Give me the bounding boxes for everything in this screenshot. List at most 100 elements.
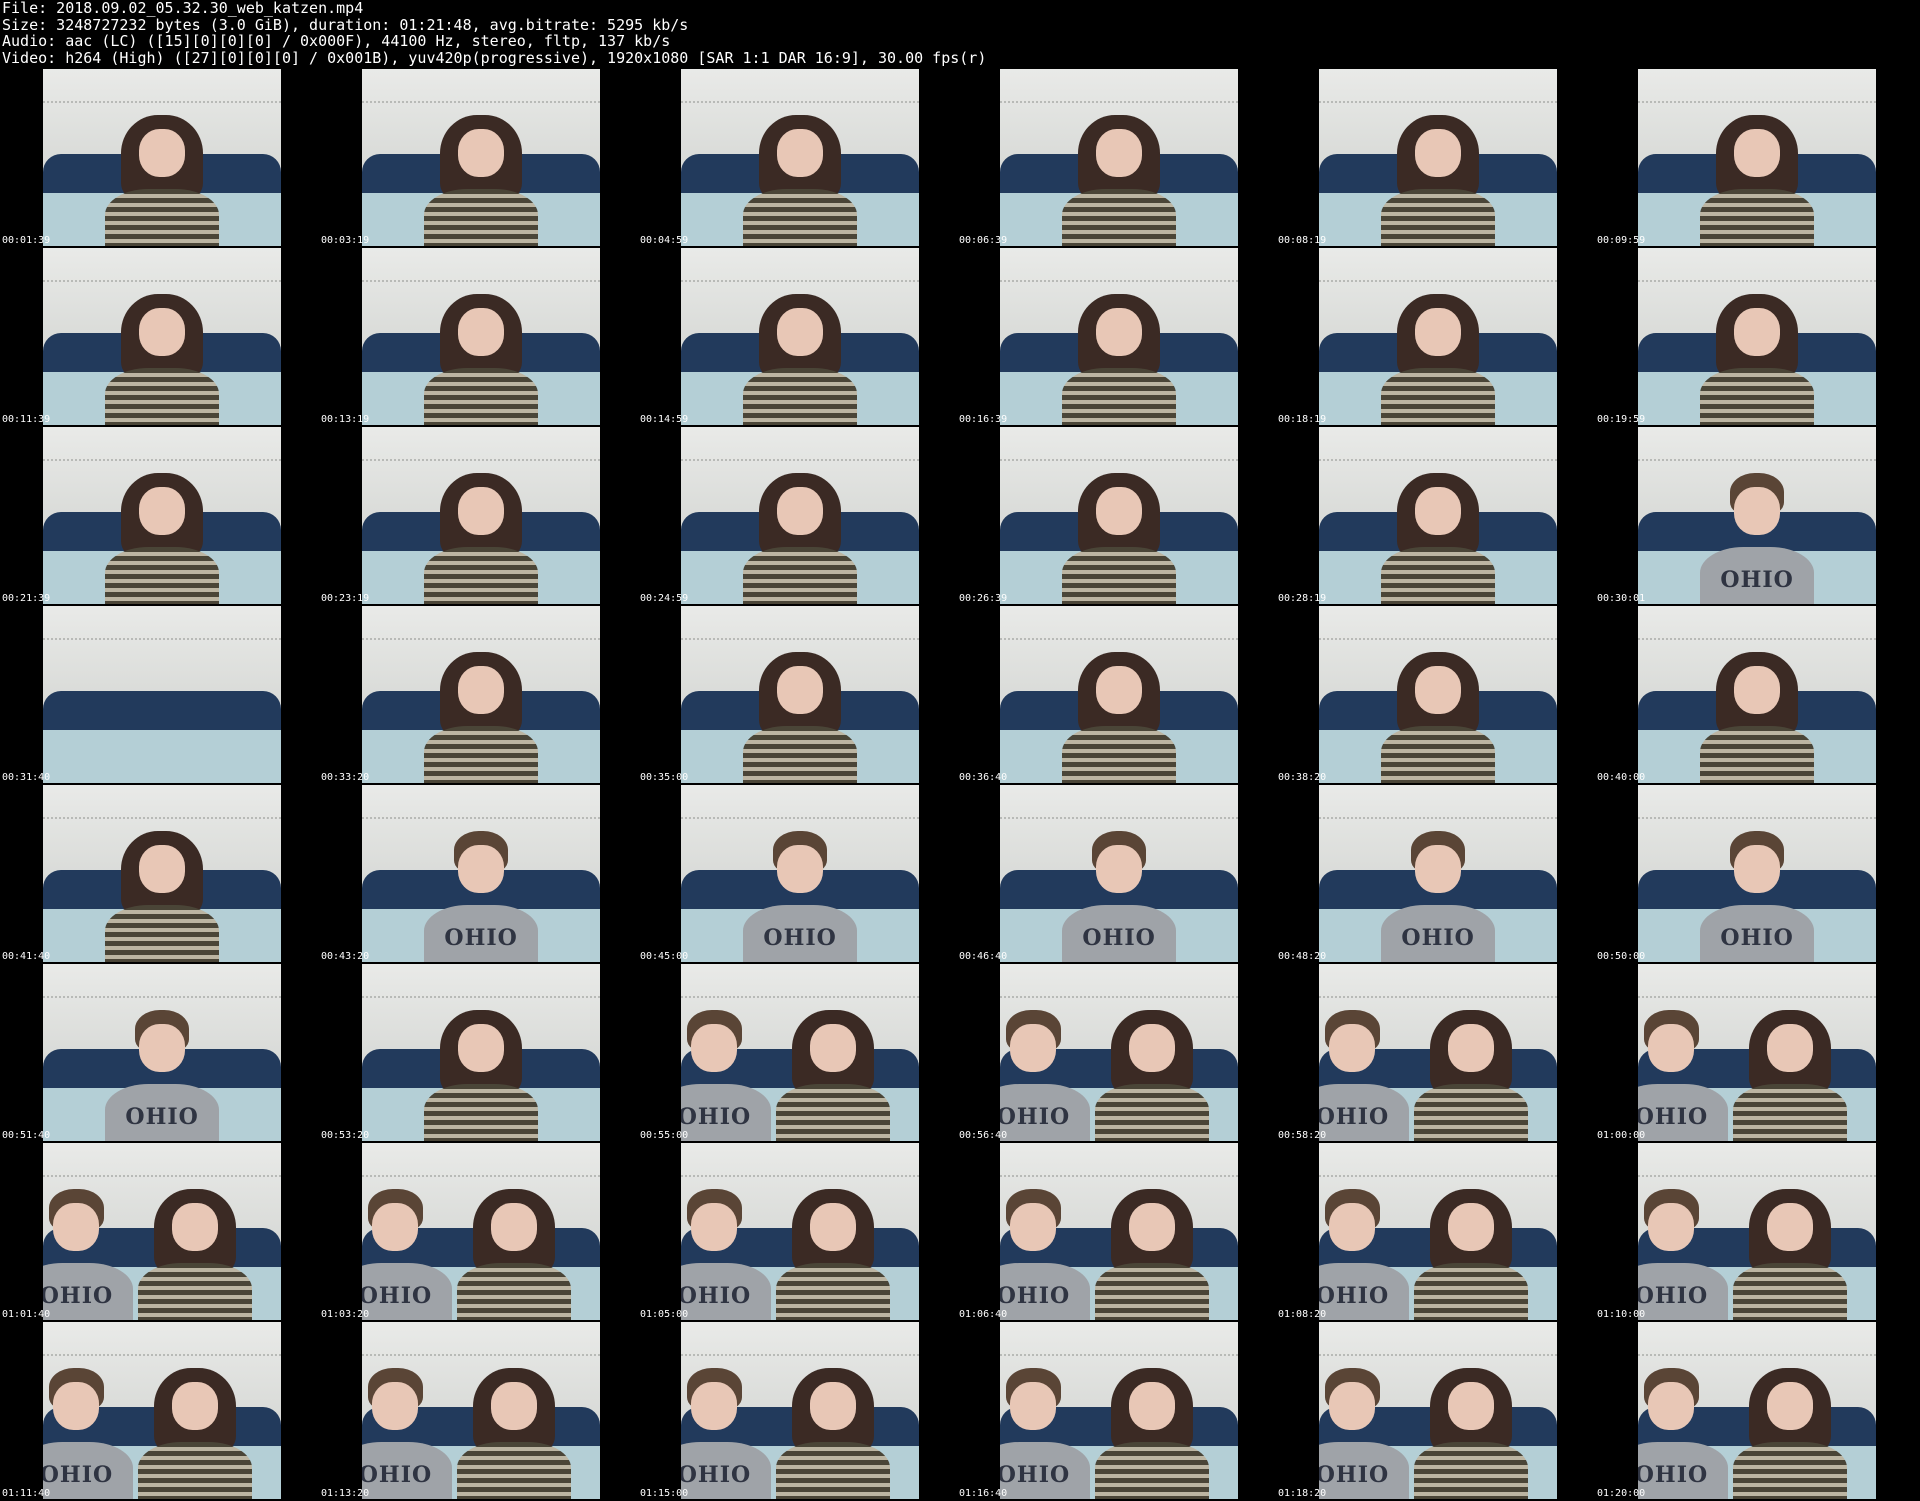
woman-figure <box>1095 1189 1210 1320</box>
thumbnail-cell: 01:03:20 <box>319 1142 638 1321</box>
thumbnail-cell: 01:16:40 <box>957 1321 1276 1500</box>
frame-timestamp: 01:06:40 <box>959 1309 1008 1320</box>
thumbnail-cell: 00:30:01 <box>1595 426 1914 605</box>
frame-timestamp: 00:23:19 <box>321 593 370 604</box>
woman-figure <box>1733 1368 1848 1499</box>
video-frame-thumbnail <box>1638 606 1876 783</box>
thumbnail-cell: 00:36:40 <box>957 605 1276 784</box>
video-frame-thumbnail <box>1638 69 1876 246</box>
frame-timestamp: 01:20:00 <box>1597 1488 1646 1499</box>
man-figure <box>1319 1368 1410 1499</box>
thumbnail-cell: 00:03:19 <box>319 68 638 247</box>
woman-figure <box>742 294 858 425</box>
thumbnail-cell: 01:13:20 <box>319 1321 638 1500</box>
man-figure <box>1319 1189 1410 1320</box>
thumbnail-cell: 01:11:40 <box>0 1321 319 1500</box>
thumbnail-cell: 00:16:39 <box>957 247 1276 426</box>
video-frame-thumbnail <box>1000 1322 1238 1499</box>
video-frame-thumbnail <box>1000 785 1238 962</box>
woman-figure <box>457 1368 572 1499</box>
video-frame-thumbnail <box>1000 427 1238 604</box>
frame-timestamp: 00:21:39 <box>2 593 51 604</box>
frame-timestamp: 01:08:20 <box>1278 1309 1327 1320</box>
frame-timestamp: 00:51:40 <box>2 1130 51 1141</box>
woman-figure <box>1061 294 1177 425</box>
audio-info-line: Audio: aac (LC) ([15][0][0][0] / 0x000F)… <box>2 32 671 50</box>
video-frame-thumbnail <box>1000 69 1238 246</box>
frame-timestamp: 00:58:20 <box>1278 1130 1327 1141</box>
woman-figure <box>1414 1010 1529 1141</box>
frame-timestamp: 00:38:20 <box>1278 772 1327 783</box>
thumbnail-cell: 00:06:39 <box>957 68 1276 247</box>
woman-figure <box>104 473 220 604</box>
video-frame-thumbnail <box>1638 964 1876 1141</box>
frame-timestamp: 01:00:00 <box>1597 1130 1646 1141</box>
frame-timestamp: 00:46:40 <box>959 951 1008 962</box>
video-frame-thumbnail <box>362 1143 600 1320</box>
man-figure <box>43 1368 134 1499</box>
man-figure <box>1061 831 1177 962</box>
frame-timestamp: 00:19:59 <box>1597 414 1646 425</box>
frame-timestamp: 00:31:40 <box>2 772 51 783</box>
thumbnail-cell: 00:28:19 <box>1276 426 1595 605</box>
man-figure <box>362 1189 453 1320</box>
thumbnail-cell: 00:58:20 <box>1276 963 1595 1142</box>
thumbnail-cell: 00:33:20 <box>319 605 638 784</box>
frame-timestamp: 01:13:20 <box>321 1488 370 1499</box>
frame-timestamp: 00:18:19 <box>1278 414 1327 425</box>
video-frame-thumbnail <box>681 1322 919 1499</box>
man-figure <box>1000 1368 1091 1499</box>
woman-figure <box>104 831 220 962</box>
frame-timestamp: 01:01:40 <box>2 1309 51 1320</box>
video-frame-thumbnail <box>362 427 600 604</box>
man-figure <box>362 1368 453 1499</box>
man-figure <box>1380 831 1496 962</box>
woman-figure <box>1061 115 1177 246</box>
frame-timestamp: 00:50:00 <box>1597 951 1646 962</box>
frame-timestamp: 00:08:19 <box>1278 235 1327 246</box>
video-frame-thumbnail <box>681 427 919 604</box>
man-figure <box>1000 1189 1091 1320</box>
video-frame-thumbnail <box>362 1322 600 1499</box>
thumbnail-cell: 00:08:19 <box>1276 68 1595 247</box>
woman-figure <box>1414 1368 1529 1499</box>
man-figure <box>681 1368 772 1499</box>
frame-timestamp: 00:11:39 <box>2 414 51 425</box>
frame-timestamp: 00:09:59 <box>1597 235 1646 246</box>
thumbnail-cell: 00:18:19 <box>1276 247 1595 426</box>
man-figure <box>43 1189 134 1320</box>
video-frame-thumbnail <box>1638 427 1876 604</box>
frame-timestamp: 01:16:40 <box>959 1488 1008 1499</box>
woman-figure <box>423 294 539 425</box>
woman-figure <box>1699 652 1815 783</box>
thumbnail-cell: 00:21:39 <box>0 426 319 605</box>
woman-figure <box>138 1368 253 1499</box>
frame-timestamp: 00:06:39 <box>959 235 1008 246</box>
video-info-line: Video: h264 (High) ([27][0][0][0] / 0x00… <box>2 48 987 67</box>
video-frame-thumbnail <box>362 785 600 962</box>
man-figure <box>1638 1368 1729 1499</box>
woman-figure <box>1414 1189 1529 1320</box>
video-frame-thumbnail <box>1319 964 1557 1141</box>
video-frame-thumbnail <box>1319 69 1557 246</box>
frame-timestamp: 00:24:59 <box>640 593 689 604</box>
frame-timestamp: 01:10:00 <box>1597 1309 1646 1320</box>
thumbnail-cell: 00:40:00 <box>1595 605 1914 784</box>
video-frame-thumbnail <box>1638 785 1876 962</box>
video-frame-thumbnail <box>681 964 919 1141</box>
thumbnail-cell: 00:31:40 <box>0 605 319 784</box>
thumbnail-cell: 00:14:59 <box>638 247 957 426</box>
frame-timestamp: 00:26:39 <box>959 593 1008 604</box>
frame-timestamp: 00:41:40 <box>2 951 51 962</box>
woman-figure <box>423 1010 539 1141</box>
woman-figure <box>742 652 858 783</box>
woman-figure <box>1380 473 1496 604</box>
frame-timestamp: 00:01:39 <box>2 235 51 246</box>
thumbnail-cell: 00:09:59 <box>1595 68 1914 247</box>
video-frame-thumbnail <box>43 785 281 962</box>
woman-figure <box>104 115 220 246</box>
frame-timestamp: 00:36:40 <box>959 772 1008 783</box>
video-frame-thumbnail <box>681 69 919 246</box>
woman-figure <box>1699 294 1815 425</box>
thumbnail-grid: 00:01:39 00:03:19 00:04:59 00:06:39 00:08:19… <box>0 68 1920 1500</box>
